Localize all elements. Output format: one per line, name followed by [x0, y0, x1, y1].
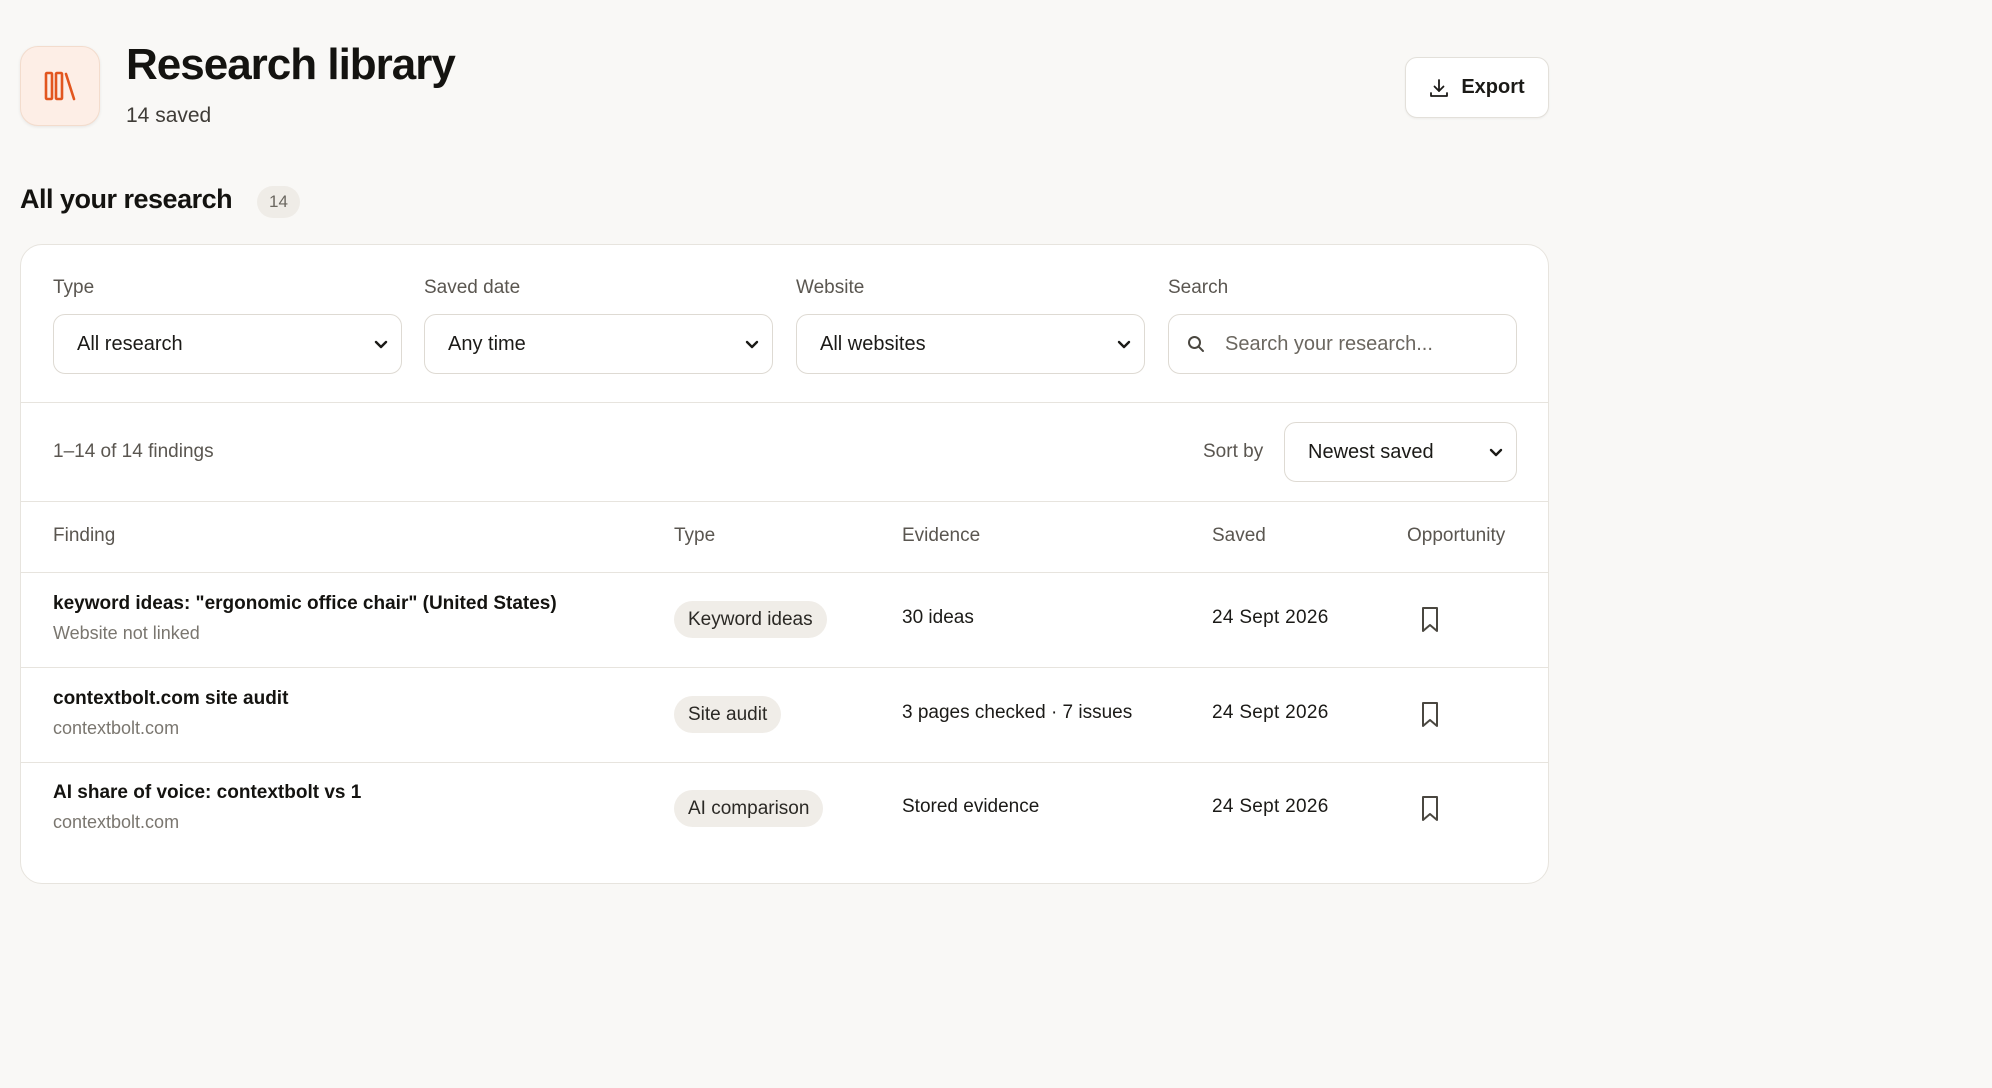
saved-date: 24 Sept 2026: [1212, 702, 1329, 723]
type-filter-value: All research: [77, 332, 183, 355]
page-title: Research library: [126, 40, 456, 89]
column-header-evidence[interactable]: Evidence: [902, 525, 980, 547]
bookmark-icon[interactable]: [1420, 795, 1440, 823]
bookmark-icon[interactable]: [1420, 701, 1440, 729]
column-header-type[interactable]: Type: [674, 525, 715, 547]
evidence-text: 3 pages checked · 7 issues: [902, 702, 1133, 723]
export-label: Export: [1461, 76, 1525, 98]
export-button[interactable]: Export: [1405, 57, 1549, 118]
section-title: All your research: [20, 184, 233, 214]
finding-title[interactable]: contextbolt.com site audit: [53, 688, 288, 710]
chevron-down-icon: [1117, 340, 1131, 349]
search-icon: [1188, 336, 1204, 352]
search-input[interactable]: [1225, 332, 1505, 356]
saved-date-filter-select[interactable]: Any time: [424, 314, 773, 374]
saved-date-filter-value: Any time: [448, 332, 526, 355]
research-library-page: Research library 14 saved Export All you…: [0, 0, 1568, 884]
website-filter-label: Website: [796, 277, 865, 298]
finding-website: Website not linked: [53, 623, 200, 643]
type-badge: Keyword ideas: [674, 601, 827, 638]
search-label: Search: [1168, 277, 1229, 298]
website-filter-select[interactable]: All websites: [796, 314, 1145, 374]
finding-website: contextbolt.com: [53, 718, 180, 738]
chevron-down-icon: [374, 340, 388, 349]
saved-count-subtitle: 14 saved: [126, 104, 212, 127]
type-badge: Site audit: [674, 696, 782, 733]
sort-value: Newest saved: [1308, 440, 1434, 463]
bookmark-icon[interactable]: [1420, 606, 1440, 634]
column-header-finding[interactable]: Finding: [53, 525, 115, 547]
finding-title[interactable]: keyword ideas: "ergonomic office chair" …: [53, 593, 557, 615]
table-row[interactable]: AI share of voice: contextbolt vs 1 cont…: [21, 762, 1548, 856]
research-table-card: Type All research Saved date Any time We…: [20, 244, 1549, 884]
website-filter-value: All websites: [820, 332, 926, 355]
evidence-text: 30 ideas: [902, 607, 974, 628]
type-filter-label: Type: [53, 277, 95, 298]
table-row[interactable]: contextbolt.com site audit contextbolt.c…: [21, 668, 1548, 762]
research-count-badge: 14: [257, 186, 300, 218]
chevron-down-icon: [745, 340, 759, 349]
results-divider: [21, 501, 1548, 502]
type-filter-select[interactable]: All research: [53, 314, 402, 374]
search-field[interactable]: [1168, 314, 1517, 374]
finding-title[interactable]: AI share of voice: contextbolt vs 1: [53, 782, 361, 804]
table-row[interactable]: keyword ideas: "ergonomic office chair" …: [21, 573, 1548, 667]
library-icon: [20, 46, 100, 126]
download-icon: [1430, 78, 1449, 97]
chevron-down-icon: [1489, 448, 1503, 457]
saved-date: 24 Sept 2026: [1212, 607, 1329, 628]
results-count: 1–14 of 14 findings: [53, 441, 214, 462]
column-header-opportunity[interactable]: Opportunity: [1407, 525, 1505, 547]
type-badge: AI comparison: [674, 790, 824, 827]
saved-date-filter-label: Saved date: [424, 277, 521, 298]
finding-website: contextbolt.com: [53, 812, 180, 832]
column-header-saved[interactable]: Saved: [1212, 525, 1266, 547]
saved-date: 24 Sept 2026: [1212, 796, 1329, 817]
sort-select[interactable]: Newest saved: [1284, 422, 1517, 482]
sort-label: Sort by: [1203, 441, 1264, 462]
evidence-text: Stored evidence: [902, 796, 1040, 817]
filters-divider: [21, 402, 1548, 403]
